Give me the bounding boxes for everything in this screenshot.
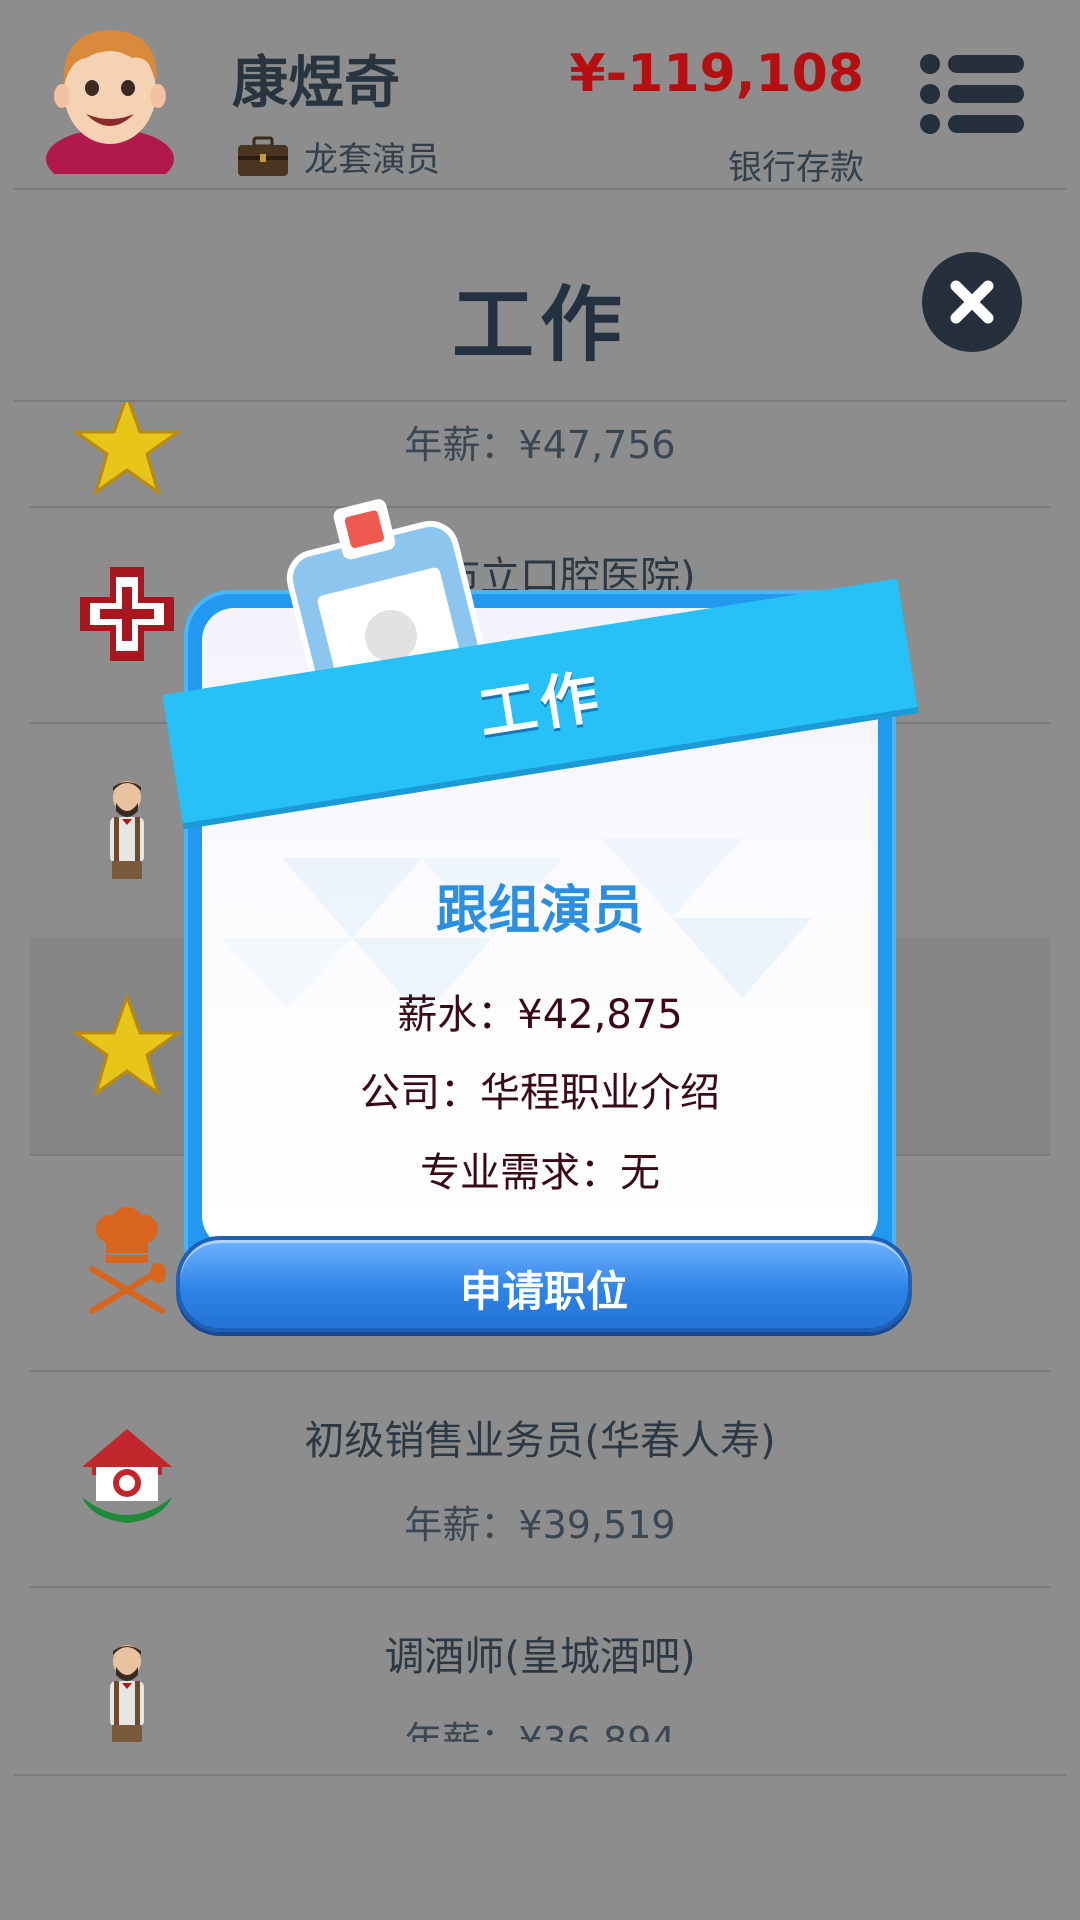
job-salary: 年薪：¥47,756 xyxy=(404,423,676,467)
offer-company: 公司：华程职业介绍 xyxy=(360,1070,720,1116)
list-bottom-divider xyxy=(14,1774,1066,1776)
star-icon xyxy=(72,992,182,1097)
offer-salary: 薪水：¥42,875 xyxy=(397,992,683,1038)
page-title: 工作 xyxy=(451,278,628,373)
top-bar: 康煜奇 龙套演员 ¥-119,108 银行存款 xyxy=(0,0,1080,190)
offer-requirement: 专业需求：无 xyxy=(420,1150,660,1196)
avatar[interactable] xyxy=(40,14,180,174)
apply-job-button[interactable]: 申请职位 xyxy=(176,1236,912,1332)
offer-job-name: 跟组演员 xyxy=(435,881,644,941)
apply-job-label: 申请职位 xyxy=(459,1267,628,1316)
job-item[interactable]: 调酒师(皇城酒吧) 年薪：¥36,894 xyxy=(30,1586,1050,1742)
job-name: 调酒师(皇城酒吧) xyxy=(384,1634,696,1680)
bartender-icon xyxy=(110,781,144,879)
close-button[interactable] xyxy=(922,252,1022,352)
current-job-title: 龙套演员 xyxy=(304,140,440,180)
player-name: 康煜奇 xyxy=(232,51,400,116)
job-salary: 年薪：¥36,894 xyxy=(404,1719,676,1742)
job-salary: 年薪：¥39,519 xyxy=(404,1503,676,1547)
job-name: 初级销售业务员(华春人寿) xyxy=(304,1418,776,1464)
header-divider xyxy=(14,188,1066,190)
bank-balance: ¥-119,108 xyxy=(569,44,864,104)
menu-icon[interactable] xyxy=(918,52,1026,136)
briefcase-icon xyxy=(238,136,288,176)
close-icon xyxy=(950,280,994,324)
job-item[interactable]: 年薪：¥47,756 xyxy=(30,402,1050,508)
current-job: 龙套演员 xyxy=(236,132,440,181)
job-item[interactable]: 初级销售业务员(华春人寿) 年薪：¥39,519 xyxy=(30,1370,1050,1588)
bank-balance-label: 银行存款 xyxy=(728,148,864,188)
